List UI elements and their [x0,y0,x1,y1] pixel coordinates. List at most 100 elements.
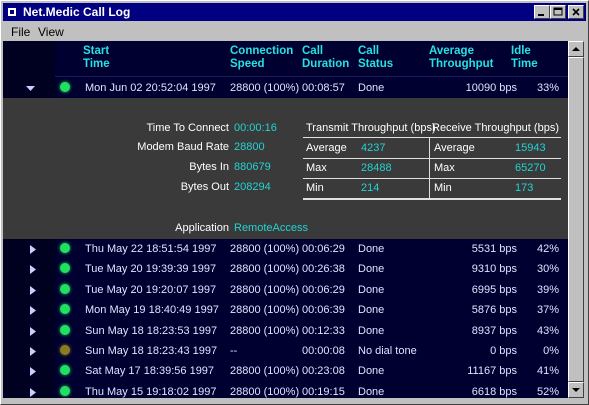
rx-max-label: Max [434,162,455,174]
scroll-thumb[interactable] [568,57,584,382]
stats-rule-2 [303,178,561,179]
value-modem-baud-rate: 28800 [234,141,265,153]
status-dot [60,283,70,294]
table-row[interactable]: Sun May 18 18:23:43 1997 -- 00:00:08 No dia… [3,341,568,362]
cell-speed: 28800 (100%) [230,263,300,276]
header-idle-time[interactable]: Idle Time [511,45,538,71]
cell-idle: 39% [536,283,559,296]
status-dot [60,345,70,355]
cell-throughput: 0 bps [490,345,517,357]
header-start-time[interactable]: Start Time [83,45,110,71]
cell-idle: 52% [536,385,559,398]
header-call-status[interactable]: Call Status [358,45,393,71]
label-application: Application [175,222,229,234]
table-row[interactable]: Mon May 19 18:40:49 1997 28800 (100%) 00:0… [3,300,568,321]
expand-arrow-icon[interactable] [30,306,36,316]
rx-average-label: Average [434,142,475,154]
rx-min-label: Min [434,182,452,194]
cell-throughput: 6618 bps [471,385,517,398]
status-dot [60,304,70,315]
stats-column-divider [429,138,430,198]
cell-status: Done [358,304,385,317]
collapse-arrow-icon[interactable] [26,86,35,92]
cell-status: Done [358,263,385,276]
app-icon[interactable] [6,6,18,18]
close-button[interactable] [568,5,584,19]
tx-average-label: Average [306,142,347,154]
table-row[interactable]: Tue May 20 19:39:39 1997 28800 (100%) 00:2… [3,259,568,280]
value-application: RemoteAccess [234,222,308,234]
cell-start-time: Tue May 20 19:20:07 1997 [85,283,217,296]
cell-duration: 00:08:57 [302,82,345,94]
cell-idle: 41% [536,365,559,378]
scroll-up-icon [572,47,580,51]
menu-view[interactable]: View [38,25,64,39]
cell-throughput: 8937 bps [471,324,517,337]
cell-duration: 00:06:29 [302,243,345,255]
status-dot [60,324,70,335]
tx-min-value: 214 [361,182,380,194]
receive-throughput-header: Receive Throughput (bps) [432,122,559,134]
cell-start-time: Sat May 17 18:39:56 1997 [85,365,215,378]
maximize-button[interactable] [550,5,566,19]
menu-file[interactable]: File [11,25,30,39]
cell-start-time: Sun May 18 18:23:43 1997 [85,345,218,357]
cell-speed: 28800 (100%) [230,243,300,255]
table-row[interactable]: Tue May 20 19:20:07 1997 28800 (100%) 00:0… [3,280,568,301]
label-bytes-in: Bytes In [189,161,229,173]
rx-max-value: 65270 [515,162,546,174]
stats-rule-1 [303,158,561,159]
cell-throughput: 5531 bps [471,243,517,255]
expand-arrow-icon[interactable] [30,265,36,275]
expand-arrow-icon[interactable] [30,347,36,356]
scroll-down-button[interactable] [568,382,584,398]
table-row[interactable]: Sun May 18 18:23:53 1997 28800 (100%) 00:1… [3,321,568,342]
cell-idle: 30% [536,263,559,276]
cell-speed: -- [230,345,238,357]
cell-speed: 28800 (100%) [230,304,300,317]
stats-top-rule [303,137,561,138]
status-dot [60,263,70,274]
expand-arrow-icon[interactable] [30,245,36,254]
cell-speed: 28800 (100%) [230,283,300,296]
status-dot [60,385,70,396]
title-bar[interactable]: Net.Medic Call Log [3,3,586,21]
cell-throughput: 10090 bps [465,82,517,94]
cell-speed: 28800 (100%) [230,365,300,378]
menu-bar: File View [3,22,586,40]
tx-max-value: 28488 [361,162,392,174]
rx-average-value: 15943 [515,142,546,154]
maximize-icon [553,7,563,16]
minimize-button[interactable] [534,5,550,19]
cell-throughput: 5876 bps [471,304,517,317]
scroll-down-icon [572,388,580,392]
cell-duration: 00:06:29 [302,283,345,296]
cell-throughput: 11167 bps [467,365,517,378]
header-call-duration[interactable]: Call Duration [302,45,349,71]
expand-arrow-icon[interactable] [30,326,36,336]
stats-bottom-rule [303,198,561,200]
cell-start-time: Thu May 22 18:51:54 1997 [85,243,217,255]
table-row-expanded[interactable]: Mon Jun 02 20:52:04 1997 28800 (100%) 00… [3,78,568,99]
status-dot [60,82,70,92]
scroll-up-button[interactable] [568,41,584,57]
label-modem-baud-rate: Modem Baud Rate [137,141,229,153]
tx-max-label: Max [306,162,327,174]
details-left-strip [3,98,55,239]
header-connection-speed[interactable]: Connection Speed [230,45,293,71]
header-average-throughput[interactable]: Average Throughput [429,45,494,71]
expand-arrow-icon[interactable] [30,387,36,397]
call-log-list[interactable]: Start Time Connection Speed Call Duration C… [3,41,568,398]
vertical-scrollbar[interactable] [568,41,584,398]
cell-status: Done [358,324,385,337]
close-icon [572,8,580,16]
cell-idle: 0% [543,345,559,357]
cell-throughput: 6995 bps [471,283,517,296]
expand-arrow-icon[interactable] [30,285,36,295]
cell-duration: 00:23:08 [302,365,345,378]
table-row[interactable]: Thu May 15 19:18:02 1997 28800 (100%) 00:1… [3,382,568,398]
table-row[interactable]: Thu May 22 18:51:54 1997 28800 (100%) 00:0… [3,239,568,260]
table-row[interactable]: Sat May 17 18:39:56 1997 28800 (100%) 00:2… [3,361,568,382]
value-bytes-out: 208294 [234,181,271,193]
expand-arrow-icon[interactable] [30,367,36,377]
